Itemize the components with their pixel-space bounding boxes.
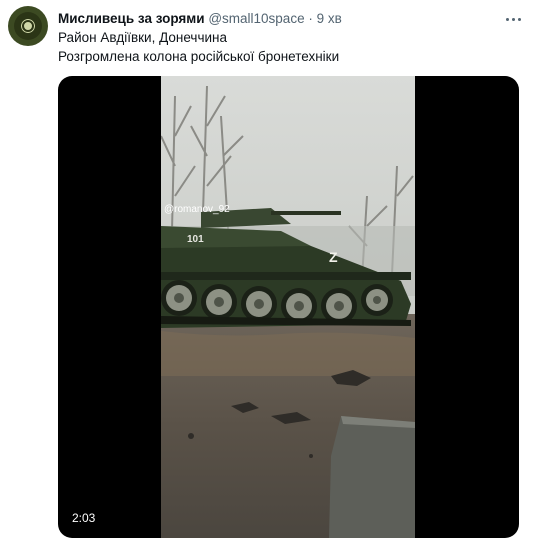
tank-number: 101: [187, 234, 204, 245]
tweet-header: Мисливець за зорями @small10space · 9 хв: [58, 10, 342, 28]
tweet-text-line-1: Район Авдіївки, Донеччина: [58, 30, 227, 45]
video-frame: 101 Z @romanov_92: [161, 76, 415, 538]
author-handle[interactable]: @small10space: [208, 11, 304, 26]
separator: ·: [308, 11, 313, 26]
tweet: Мисливець за зорями @small10space · 9 хв…: [0, 0, 539, 546]
more-icon[interactable]: [503, 9, 523, 29]
avatar-mark: [22, 20, 34, 32]
timestamp[interactable]: 9 хв: [317, 11, 342, 26]
avatar[interactable]: [8, 6, 48, 46]
video-watermark: @romanov_92: [164, 204, 230, 215]
author-name[interactable]: Мисливець за зорями: [58, 11, 205, 26]
tweet-text-line-2: Розгромлена колона російської бронетехні…: [58, 49, 340, 64]
z-marking: Z: [329, 249, 338, 265]
video-duration: 2:03: [66, 508, 102, 528]
video-player[interactable]: 101 Z @romanov_92 2:03: [58, 76, 519, 538]
